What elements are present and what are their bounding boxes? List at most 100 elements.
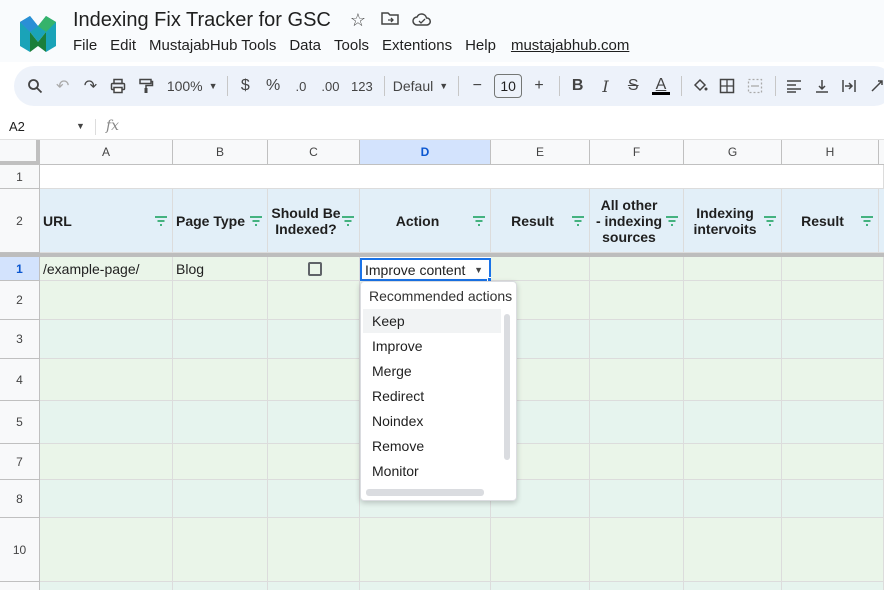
font-size-input[interactable]: 10 [494,72,523,100]
empty-cell[interactable] [684,401,782,444]
header-cell-result[interactable]: Result [491,189,590,253]
header-cell-should-be-indexed[interactable]: Should Be Indexed? [268,189,360,253]
menu-help[interactable]: Help [465,37,496,54]
percent-format-button[interactable]: % [262,72,284,100]
merge-cells-icon[interactable] [744,72,766,100]
empty-cell[interactable] [782,359,884,401]
strikethrough-button[interactable]: S [622,72,644,100]
column-header-c[interactable]: C [268,140,360,165]
empty-cell[interactable] [360,582,491,590]
star-icon[interactable]: ☆ [348,10,368,31]
empty-cell[interactable] [268,444,360,480]
search-icon[interactable] [24,72,46,100]
redo-icon[interactable]: ↷ [80,72,102,100]
empty-cell[interactable] [782,582,884,590]
empty-cell[interactable] [268,480,360,518]
empty-cell[interactable] [40,480,173,518]
empty-cell[interactable] [268,281,360,320]
cell-url[interactable]: /example-page/ [40,257,173,281]
dropdown-option-redirect[interactable]: Redirect [363,384,501,408]
text-rotation-icon[interactable] [866,72,884,100]
row-header[interactable]: 2 [0,281,40,320]
empty-cell[interactable] [590,518,684,582]
column-header-next[interactable] [879,140,884,165]
cell-indexing-intervoits[interactable] [684,257,782,281]
decrease-decimal-button[interactable]: .0 [290,72,312,100]
empty-row[interactable] [40,165,884,189]
cell-should-be-indexed[interactable] [268,257,360,281]
number-format-button[interactable]: 123 [349,72,374,100]
empty-cell[interactable] [40,281,173,320]
menu-file[interactable]: File [73,37,97,54]
empty-cell[interactable] [173,444,268,480]
dropdown-option-keep[interactable]: Keep [363,309,501,333]
dropdown-option-noindex[interactable]: Noindex [363,409,501,433]
empty-cell[interactable] [491,582,590,590]
empty-cell[interactable] [173,359,268,401]
name-box[interactable]: A2 [9,119,25,134]
undo-icon[interactable]: ↶ [52,72,74,100]
empty-cell[interactable] [40,518,173,582]
indexed-checkbox[interactable] [308,261,322,276]
empty-cell[interactable] [491,518,590,582]
column-header-e[interactable]: E [491,140,590,165]
empty-cell[interactable] [40,444,173,480]
cell-action-dropdown[interactable]: Improve content ▼ [360,258,491,281]
column-header-a[interactable]: A [40,140,173,165]
chevron-down-icon[interactable]: ▼ [474,265,483,275]
header-cell-url[interactable]: URL [40,189,173,253]
decrease-font-size-button[interactable]: − [466,72,488,100]
empty-cell[interactable] [590,401,684,444]
empty-cell[interactable] [684,320,782,359]
empty-cell[interactable] [684,281,782,320]
empty-cell[interactable] [590,281,684,320]
header-cell-indexing-intervoits[interactable]: Indexing intervoits [684,189,782,253]
empty-cell[interactable] [684,518,782,582]
chevron-down-icon[interactable]: ▼ [76,121,85,131]
column-header-f[interactable]: F [590,140,684,165]
empty-cell[interactable] [590,320,684,359]
empty-cell[interactable] [173,582,268,590]
menu-data[interactable]: Data [289,37,321,54]
row-header[interactable]: 3 [0,320,40,359]
header-cell-result-2[interactable]: Result [782,189,879,253]
empty-cell[interactable] [173,401,268,444]
row-header[interactable]: 8 [0,480,40,518]
filter-icon[interactable] [249,215,263,226]
row-header[interactable]: 5 [0,401,40,444]
empty-cell[interactable] [268,582,360,590]
header-cell-next[interactable] [879,189,884,253]
font-select[interactable]: Defaul ▼ [391,72,449,100]
empty-cell[interactable] [782,320,884,359]
menu-edit[interactable]: Edit [110,37,136,54]
row-header[interactable]: 1 [0,165,40,189]
zoom-select[interactable]: 100% ▼ [167,72,218,100]
empty-cell[interactable] [173,320,268,359]
menu-mustajabhub-tools[interactable]: MustajabHub Tools [149,37,276,54]
borders-icon[interactable] [717,72,739,100]
empty-cell[interactable] [173,480,268,518]
filter-icon[interactable] [472,215,486,226]
empty-cell[interactable] [268,518,360,582]
cell-result-2[interactable] [782,257,884,281]
dropdown-option-merge[interactable]: Merge [363,359,501,383]
empty-cell[interactable] [684,582,782,590]
cell-all-other[interactable] [590,257,684,281]
empty-cell[interactable] [684,359,782,401]
row-header[interactable]: 2 [0,189,40,253]
currency-format-button[interactable]: $ [234,72,256,100]
horizontal-align-icon[interactable] [783,72,805,100]
empty-cell[interactable] [590,444,684,480]
text-wrapping-icon[interactable] [839,72,861,100]
text-color-button[interactable]: A [650,72,672,100]
increase-font-size-button[interactable]: + [528,72,550,100]
empty-cell[interactable] [268,401,360,444]
row-header[interactable]: 1 [0,257,40,281]
filter-icon[interactable] [154,215,168,226]
menu-link-mustajabhub[interactable]: mustajabhub.com [511,37,629,54]
empty-cell[interactable] [590,480,684,518]
header-cell-all-other-indexing-sources[interactable]: All other - indexing sources [590,189,684,253]
fill-color-icon[interactable] [689,72,711,100]
menu-extensions[interactable]: Extentions [382,37,452,54]
dropdown-vertical-scrollbar[interactable] [504,314,510,460]
